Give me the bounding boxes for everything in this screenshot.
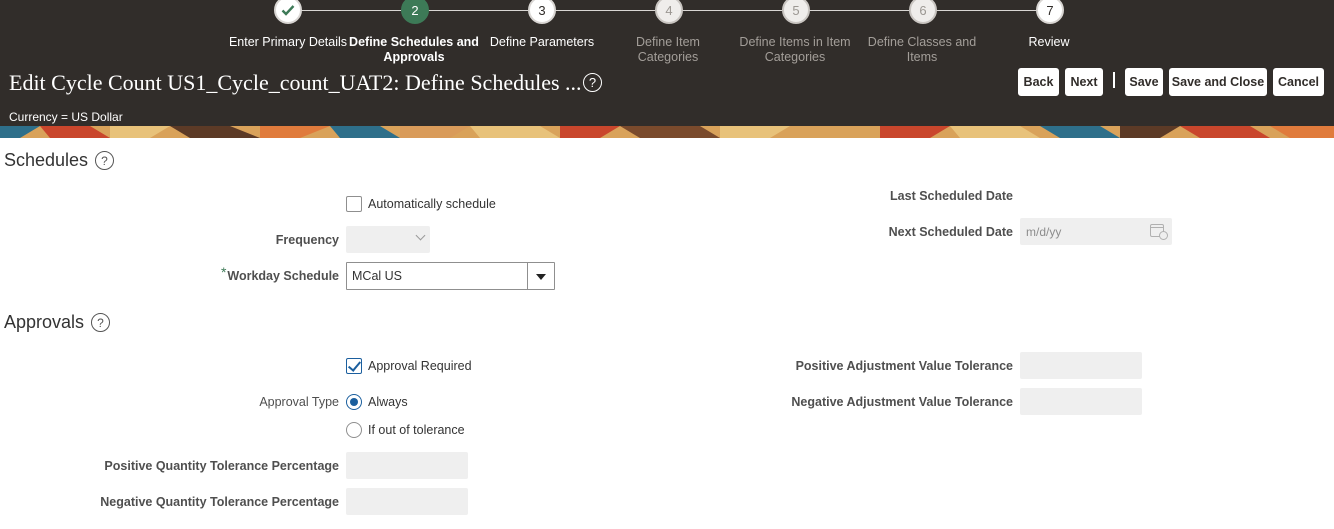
- approval-required-label: Approval Required: [368, 359, 472, 373]
- decorative-banner: [0, 126, 1334, 138]
- last-scheduled-date-label: Last Scheduled Date: [890, 189, 1013, 203]
- train-connector: [682, 10, 782, 11]
- train-step-3-circle[interactable]: 3: [528, 0, 556, 24]
- train-step-5-label: Define Items in Item Categories: [739, 35, 851, 64]
- frequency-label: Frequency: [275, 233, 339, 247]
- automatically-schedule-checkbox[interactable]: [346, 196, 362, 212]
- train-connector: [428, 10, 528, 11]
- approval-required-checkbox[interactable]: [346, 358, 362, 374]
- approval-type-always-label: Always: [368, 395, 408, 409]
- workday-schedule-value: MCal US: [352, 269, 403, 283]
- approval-type-out-of-tolerance-radio[interactable]: [346, 422, 362, 438]
- train-connector: [936, 10, 1036, 11]
- train-step-2-circle[interactable]: 2: [401, 0, 429, 24]
- approval-type-out-of-tolerance-label: If out of tolerance: [368, 423, 465, 437]
- next-scheduled-date-placeholder: m/d/yy: [1026, 225, 1062, 239]
- positive-qty-tolerance-field: [346, 452, 468, 479]
- next-scheduled-date-field: m/d/yy: [1020, 218, 1172, 245]
- caret-down-icon: [536, 274, 546, 280]
- positive-qty-tolerance-label: Positive Quantity Tolerance Percentage: [104, 459, 339, 473]
- train-step-5-circle: 5: [782, 0, 810, 24]
- checkmark-icon: [281, 5, 295, 16]
- save-and-close-button[interactable]: Save and Close: [1169, 68, 1267, 96]
- positive-adj-value-tolerance-label: Positive Adjustment Value Tolerance: [795, 359, 1013, 373]
- positive-adj-value-tolerance-field: [1020, 352, 1142, 379]
- train-step-1-circle[interactable]: [274, 0, 302, 24]
- negative-adj-value-tolerance-label: Negative Adjustment Value Tolerance: [791, 395, 1013, 409]
- page-header: Enter Primary Details 2 Define Schedules…: [0, 0, 1334, 126]
- approval-type-label: Approval Type: [259, 395, 339, 409]
- automatically-schedule-label: Automatically schedule: [368, 197, 496, 211]
- workday-schedule-label: Workday Schedule: [227, 269, 339, 283]
- train-step-6-label: Define Classes and Items: [867, 35, 977, 64]
- approval-type-always-radio[interactable]: [346, 394, 362, 410]
- train-step-2-label[interactable]: Define Schedules and Approvals: [344, 35, 484, 65]
- negative-qty-tolerance-field: [346, 488, 468, 515]
- train-connector: [809, 10, 909, 11]
- negative-adj-value-tolerance-field: [1020, 388, 1142, 415]
- question-circle-icon[interactable]: ?: [95, 151, 114, 170]
- frequency-select: [346, 226, 430, 253]
- approvals-section-title: Approvals: [4, 312, 85, 332]
- negative-qty-tolerance-label: Negative Quantity Tolerance Percentage: [100, 495, 339, 509]
- workday-schedule-combobox[interactable]: MCal US: [346, 262, 555, 290]
- train-connector: [301, 10, 401, 11]
- train-step-4-circle: 4: [655, 0, 683, 24]
- next-button[interactable]: Next: [1065, 68, 1103, 96]
- page-title: Edit Cycle Count US1_Cycle_count_UAT2: D…: [9, 70, 582, 95]
- question-circle-icon[interactable]: ?: [91, 313, 110, 332]
- train-connector: [555, 10, 655, 11]
- cancel-button[interactable]: Cancel: [1273, 68, 1324, 96]
- currency-label: Currency = US Dollar: [9, 110, 123, 124]
- toolbar-separator: [1113, 72, 1115, 88]
- train-step-7-label[interactable]: Review: [979, 35, 1119, 50]
- train-step-1-label[interactable]: Enter Primary Details: [218, 35, 358, 50]
- calendar-icon: [1150, 224, 1168, 240]
- save-button[interactable]: Save: [1125, 68, 1163, 96]
- schedules-section-title: Schedules: [4, 150, 89, 170]
- train-step-6-circle: 6: [909, 0, 937, 24]
- question-circle-icon[interactable]: ?: [583, 73, 602, 92]
- next-scheduled-date-label: Next Scheduled Date: [888, 225, 1013, 239]
- back-button[interactable]: Back: [1018, 68, 1059, 96]
- workday-schedule-dropdown-button[interactable]: [527, 263, 554, 289]
- train-step-4-label: Define Item Categories: [636, 35, 700, 64]
- train-step-3-label[interactable]: Define Parameters: [472, 35, 612, 50]
- chevron-down-icon: [415, 230, 426, 241]
- train-step-7-circle[interactable]: 7: [1036, 0, 1064, 24]
